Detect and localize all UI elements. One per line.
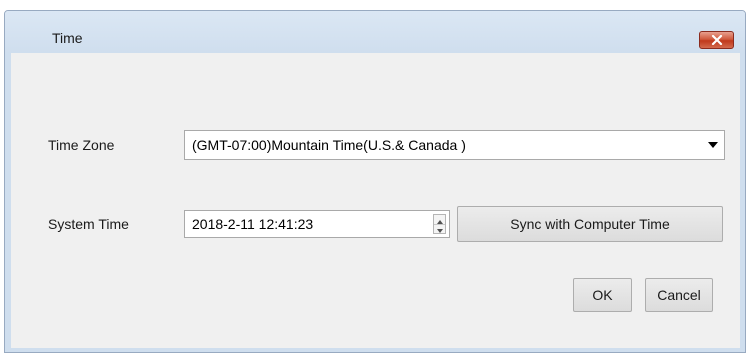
- time-zone-label: Time Zone: [48, 137, 115, 153]
- close-button[interactable]: [699, 31, 734, 49]
- close-x-icon: [711, 35, 723, 45]
- time-zone-value: (GMT-07:00)Mountain Time(U.S.& Canada ): [192, 137, 466, 153]
- spin-down-button[interactable]: [434, 224, 445, 233]
- title-bar[interactable]: Time: [5, 11, 745, 53]
- time-dialog: Time Time Zone (GMT-07:00)Mountain Time(…: [4, 10, 746, 353]
- dialog-content: Time Zone (GMT-07:00)Mountain Time(U.S.&…: [11, 53, 740, 348]
- dropdown-arrow-icon[interactable]: [702, 142, 724, 148]
- window-title: Time: [52, 30, 83, 46]
- cancel-button[interactable]: Cancel: [645, 278, 713, 312]
- system-time-label: System Time: [48, 216, 129, 232]
- ok-button[interactable]: OK: [573, 278, 632, 312]
- sync-with-computer-time-button[interactable]: Sync with Computer Time: [457, 206, 723, 242]
- spin-buttons: [433, 214, 446, 234]
- spin-down-arrow-icon: [436, 220, 443, 238]
- system-time-spinbox: [184, 210, 450, 238]
- system-time-input[interactable]: [185, 211, 423, 237]
- time-zone-select[interactable]: (GMT-07:00)Mountain Time(U.S.& Canada ): [184, 130, 725, 160]
